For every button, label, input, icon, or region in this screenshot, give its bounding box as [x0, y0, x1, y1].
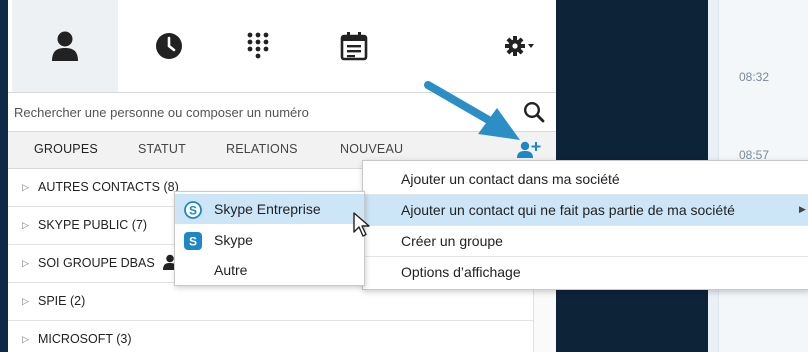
- expand-triangle-icon: ▷: [22, 296, 29, 306]
- add-contact-menu: Ajouter un contact dans ma société Ajout…: [362, 160, 808, 290]
- menu-item-label: Ajouter un contact dans ma société: [401, 171, 620, 187]
- expand-triangle-icon: ▷: [22, 258, 29, 268]
- submenu-arrow-icon: ▶: [799, 204, 806, 214]
- tab-groups[interactable]: GROUPES: [34, 142, 98, 156]
- calendar-icon: [340, 32, 368, 61]
- app-window: GROUPES STATUT RELATIONS NOUVEAU ▷ AUTRE…: [0, 0, 808, 352]
- group-label: MICROSOFT (3): [38, 332, 132, 346]
- menu-item-label: Ajouter un contact qui ne fait pas parti…: [401, 202, 735, 218]
- person-icon: [52, 31, 78, 61]
- contact-type-submenu: S Skype Entreprise S Skype Autre: [174, 191, 365, 286]
- submenu-item-skype-entreprise[interactable]: S Skype Entreprise: [175, 194, 364, 224]
- skype-business-icon: S: [184, 201, 202, 222]
- menu-item-label: Créer un groupe: [401, 233, 503, 249]
- submenu-item-skype[interactable]: S Skype: [175, 225, 364, 255]
- menu-item-add-internal-contact[interactable]: Ajouter un contact dans ma société: [363, 164, 808, 194]
- left-border: [0, 0, 8, 352]
- menu-item-display-options[interactable]: Options d’affichage: [363, 257, 808, 287]
- expand-triangle-icon: ▷: [22, 220, 29, 230]
- search-bar: [8, 93, 556, 132]
- group-label: SPIE (2): [38, 294, 86, 308]
- meetings-tab-button[interactable]: [313, 0, 395, 92]
- menu-item-label: Options d’affichage: [401, 264, 521, 280]
- expand-triangle-icon: ▷: [22, 334, 29, 344]
- dialpad-tab-button[interactable]: [220, 0, 296, 92]
- tab-relations[interactable]: RELATIONS: [226, 142, 298, 156]
- submenu-item-label: Autre: [214, 262, 248, 278]
- svg-text:S: S: [189, 204, 197, 218]
- mouse-cursor-icon: [353, 212, 370, 237]
- tab-status[interactable]: STATUT: [138, 142, 186, 156]
- list-item[interactable]: ▷ MICROSOFT (3): [8, 321, 533, 352]
- clock-icon: [156, 33, 182, 59]
- menu-item-create-group[interactable]: Créer un groupe: [363, 226, 808, 256]
- tab-new[interactable]: NOUVEAU: [340, 142, 403, 156]
- search-input[interactable]: [14, 101, 504, 123]
- group-label: SOI GROUPE DBAS: [38, 256, 155, 270]
- message-time: 08:32: [739, 70, 770, 84]
- group-label: AUTRES CONTACTS (8): [38, 180, 179, 194]
- settings-menu-button[interactable]: [494, 0, 546, 92]
- skype-icon: S: [184, 232, 202, 253]
- expand-triangle-icon: ▷: [22, 182, 29, 192]
- search-icon[interactable]: [523, 101, 545, 128]
- svg-text:S: S: [189, 235, 197, 249]
- submenu-item-other[interactable]: Autre: [175, 255, 364, 285]
- gear-icon: [505, 36, 534, 56]
- top-toolbar: [8, 0, 556, 93]
- chevron-down-icon: [528, 44, 534, 48]
- dialpad-icon: [247, 32, 269, 59]
- menu-item-add-external-contact[interactable]: Ajouter un contact qui ne fait pas parti…: [363, 195, 808, 225]
- submenu-item-label: Skype: [214, 232, 253, 248]
- contacts-tab-button[interactable]: [12, 0, 118, 92]
- recent-tab-button[interactable]: [126, 0, 212, 92]
- group-label: SKYPE PUBLIC (7): [38, 218, 148, 232]
- submenu-item-label: Skype Entreprise: [214, 201, 321, 217]
